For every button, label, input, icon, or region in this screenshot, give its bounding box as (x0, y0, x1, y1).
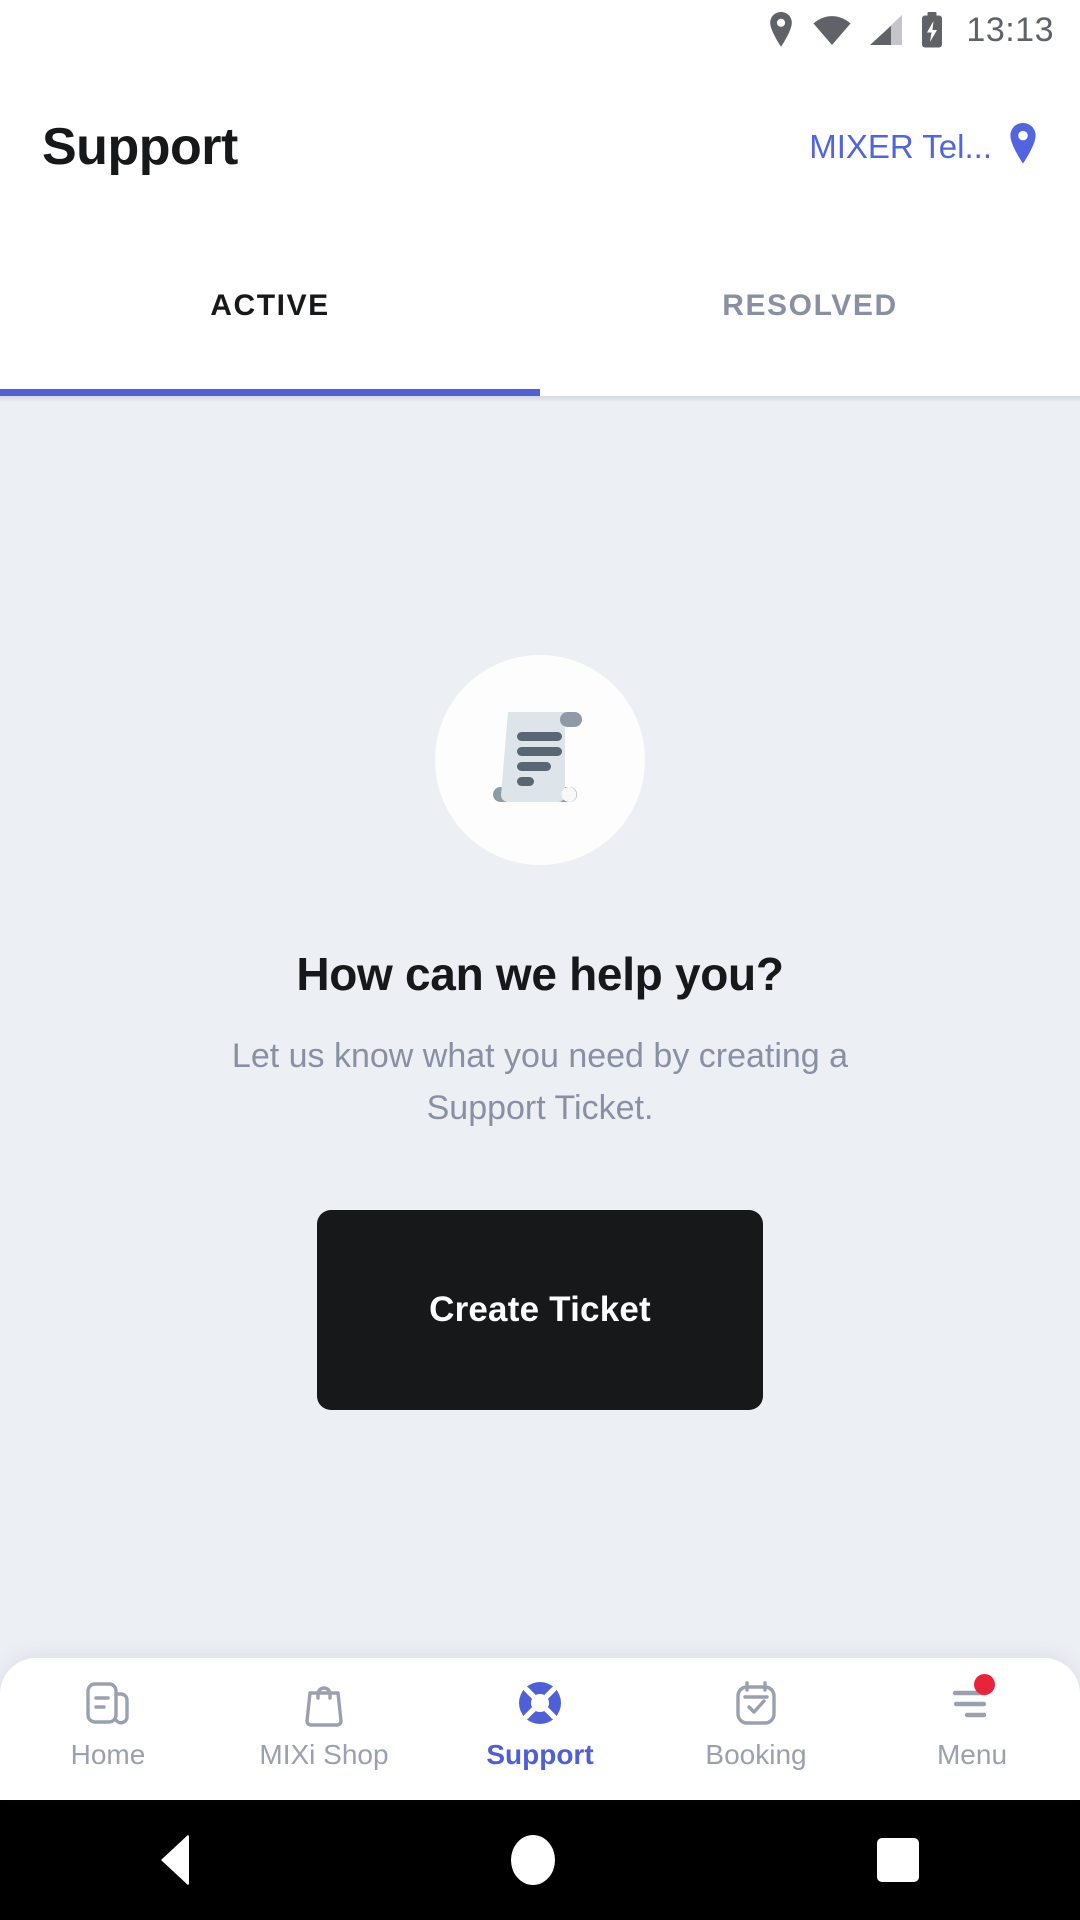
android-system-nav (0, 1800, 1080, 1920)
phone-screen: 13:13 Support MIXER Tel... ACTIVE RESOLV… (0, 0, 1080, 1920)
status-bar: 13:13 (0, 0, 1080, 60)
recents-button[interactable] (877, 1838, 919, 1882)
lifebuoy-icon (513, 1676, 567, 1730)
shopping-bag-icon (297, 1676, 351, 1730)
back-button[interactable] (161, 1834, 189, 1886)
status-bar-time: 13:13 (966, 10, 1054, 49)
bottom-navigation-bar: Home MIXi Shop Support Booking Menu (0, 1658, 1080, 1800)
nav-item-booking[interactable]: Booking (648, 1676, 864, 1771)
nav-item-home[interactable]: Home (0, 1676, 216, 1771)
battery-charging-icon (920, 12, 944, 48)
nav-item-support[interactable]: Support (432, 1676, 648, 1771)
menu-notification-badge (974, 1674, 995, 1695)
nav-label-menu: Menu (936, 1739, 1008, 1770)
nav-item-menu[interactable]: Menu (864, 1674, 1080, 1771)
location-pin-icon (1006, 123, 1040, 170)
tab-bar: ACTIVE RESOLVED (0, 233, 1080, 396)
location-label: MIXER Tel... (809, 127, 992, 165)
main-content: How can we help you? Let us know what yo… (0, 402, 1080, 1800)
home-button[interactable] (511, 1835, 555, 1885)
tab-resolved[interactable]: RESOLVED (540, 233, 1080, 396)
wifi-icon (812, 14, 852, 46)
nav-label-booking: Booking (705, 1739, 807, 1770)
signal-icon (868, 14, 904, 46)
tab-indicator (0, 389, 540, 396)
hamburger-menu-icon (945, 1674, 999, 1730)
nav-item-mixi-shop[interactable]: MIXi Shop (216, 1676, 432, 1771)
location-selector[interactable]: MIXER Tel... (809, 123, 1040, 170)
nav-label-home: Home (70, 1739, 146, 1770)
create-ticket-button[interactable]: Create Ticket (317, 1210, 763, 1411)
app-bar: Support MIXER Tel... (0, 60, 1080, 233)
empty-state-headline: How can we help you? (296, 948, 784, 1000)
calendar-check-icon (729, 1676, 783, 1730)
page-title: Support (42, 117, 238, 176)
nav-label-support: Support (486, 1739, 594, 1770)
document-scroll-icon (477, 695, 603, 826)
tab-active[interactable]: ACTIVE (0, 233, 540, 396)
nav-label-mixi-shop: MIXi Shop (259, 1739, 389, 1770)
document-home-icon (81, 1676, 135, 1730)
empty-state-illustration (435, 655, 645, 865)
location-pin-icon (766, 12, 796, 48)
empty-state-subtitle: Let us know what you need by creating a … (231, 1037, 849, 1127)
